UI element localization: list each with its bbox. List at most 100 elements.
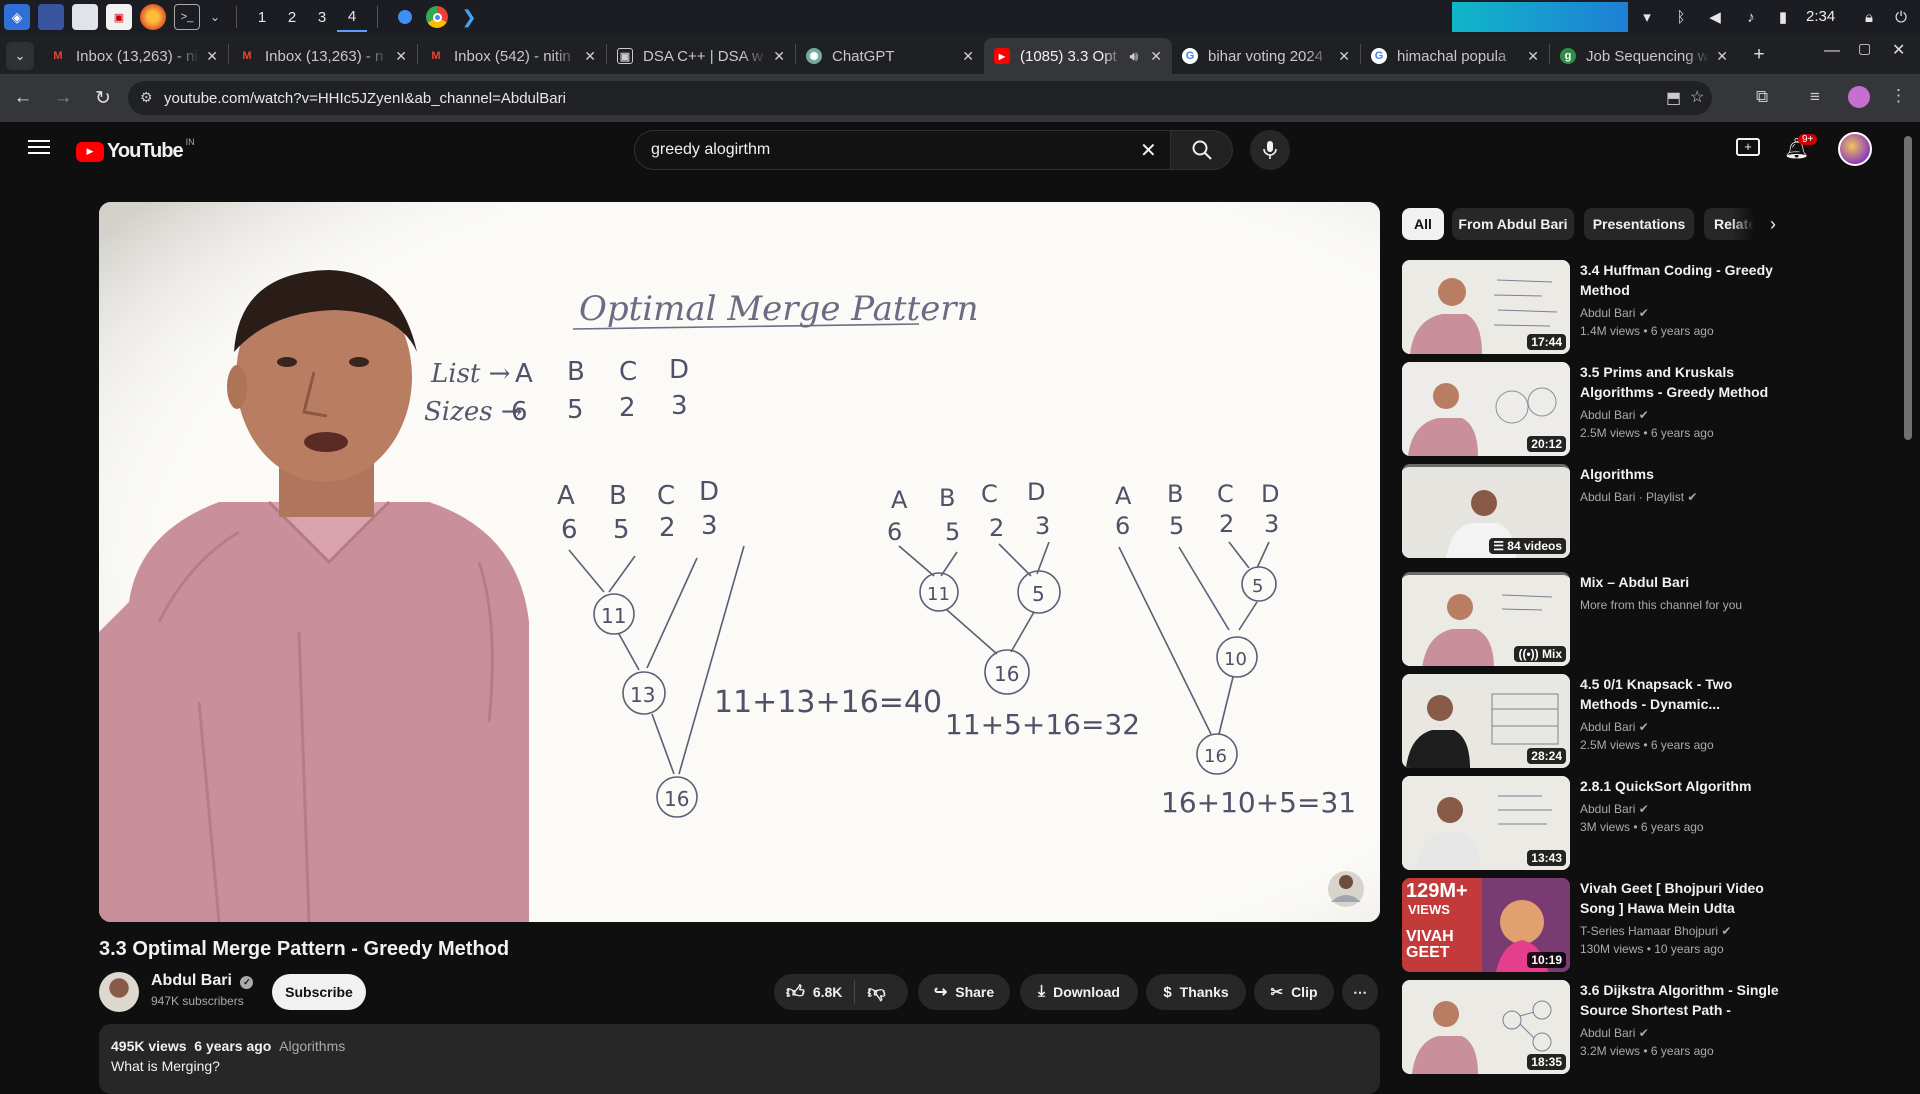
chrome-icon[interactable] xyxy=(426,6,448,28)
recommendation-item[interactable]: 129M+ VIEWS VIVAH GEET 10:19 Vivah Geet … xyxy=(1402,878,1882,974)
close-icon[interactable]: ✕ xyxy=(1716,48,1728,65)
youtube-logo[interactable]: ▶ YouTube IN xyxy=(76,137,195,163)
minimize-icon[interactable]: — xyxy=(1824,42,1840,60)
menu-dots-icon[interactable]: ⋮ xyxy=(1890,86,1907,106)
new-tab-icon[interactable]: + xyxy=(1742,38,1776,72)
close-icon[interactable]: ✕ xyxy=(1150,48,1162,65)
close-icon[interactable]: ✕ xyxy=(206,48,218,65)
app-launcher-icon[interactable]: ◈ xyxy=(4,4,30,30)
account-avatar[interactable] xyxy=(1838,132,1872,166)
chevron-down-icon[interactable]: ⌄ xyxy=(208,4,222,30)
search-button[interactable] xyxy=(1171,130,1233,170)
recommendation-channel: Abdul Bari ✔ xyxy=(1580,408,1649,422)
clip-button[interactable]: ✂ Clip xyxy=(1254,974,1334,1010)
reload-icon[interactable]: ↻ xyxy=(86,81,120,115)
tab-dsa[interactable]: ▣ DSA C++ | DSA w ✕ xyxy=(607,38,795,74)
power-icon[interactable]: ⏻ xyxy=(1886,2,1916,32)
mix-item[interactable]: ((•)) Mix Mix – Abdul Bari More from thi… xyxy=(1402,572,1882,668)
media-control-icon[interactable]: ≡ xyxy=(1810,87,1820,107)
workspace-3[interactable]: 3 xyxy=(307,2,337,32)
close-icon[interactable]: ✕ xyxy=(395,48,407,65)
hashtag-link[interactable]: Algorithms xyxy=(279,1038,345,1054)
volume-icon[interactable]: ◀ xyxy=(1700,2,1730,32)
battery-icon[interactable]: ▮ xyxy=(1768,2,1798,32)
subscribe-button[interactable]: Subscribe xyxy=(272,974,366,1010)
wifi-icon[interactable]: ▾ xyxy=(1632,2,1662,32)
forward-icon[interactable]: → xyxy=(46,81,80,115)
speaker-icon[interactable]: 🔊︎ xyxy=(1129,48,1138,65)
more-actions-button[interactable]: ⋯ xyxy=(1342,974,1378,1010)
extensions-icon[interactable]: ⧉ xyxy=(1756,87,1768,107)
description-box[interactable]: 495K views 6 years ago Algorithms What i… xyxy=(99,1024,1380,1094)
thanks-button[interactable]: $ Thanks xyxy=(1146,974,1246,1010)
profile-avatar-icon[interactable] xyxy=(1848,86,1870,108)
share-button[interactable]: ↪ Share xyxy=(918,974,1010,1010)
tab-chatgpt[interactable]: ✺ ChatGPT ✕ xyxy=(796,38,984,74)
tab-search-icon[interactable]: ⌄ xyxy=(6,42,34,70)
close-icon[interactable]: ✕ xyxy=(1338,48,1350,65)
tab-gmail-1[interactable]: M Inbox (13,263) - ni ✕ xyxy=(40,38,228,74)
recommendation-item[interactable]: 18:35 3.6 Dijkstra Algorithm - Single So… xyxy=(1402,980,1882,1076)
back-icon[interactable]: ← xyxy=(6,81,40,115)
like-button[interactable]: 👍︎ 6.8K xyxy=(786,981,842,1003)
chip-all[interactable]: All xyxy=(1402,208,1444,240)
address-bar[interactable]: ⚙ youtube.com/watch?v=HHIc5JZyenI&ab_cha… xyxy=(128,81,1712,115)
recommendation-item[interactable]: 28:24 4.5 0/1 Knapsack - Two Methods - D… xyxy=(1402,674,1882,770)
recommendation-meta: 3.2M views • 6 years ago xyxy=(1580,1044,1714,1058)
tab-youtube[interactable]: ▶ (1085) 3.3 Opt 🔊︎ ✕ xyxy=(984,38,1172,74)
install-app-icon[interactable]: ⬒ xyxy=(1666,88,1681,108)
terminal-icon[interactable]: >_ xyxy=(174,4,200,30)
chip-presentations[interactable]: Presentations xyxy=(1584,208,1694,240)
workspace-2[interactable]: 2 xyxy=(277,2,307,32)
hamburger-menu-icon[interactable] xyxy=(28,136,50,158)
vscode-icon[interactable]: ❯ xyxy=(456,4,482,30)
bookmark-star-icon[interactable]: ☆ xyxy=(1690,87,1704,107)
search-input[interactable]: greedy alogirthm ✕ xyxy=(634,130,1171,170)
playlist-item[interactable]: ☰ 84 videos Algorithms Abdul Bari · Play… xyxy=(1402,464,1882,560)
video-count-text: 84 videos xyxy=(1507,539,1562,553)
video-player[interactable]: Optimal Merge Pattern List → Sizes → A B… xyxy=(99,202,1380,922)
dislike-button[interactable]: 👎︎ xyxy=(867,981,885,1003)
app-blue-dot-icon[interactable] xyxy=(392,4,418,30)
tab-gmail-2[interactable]: M Inbox (13,263) - n ✕ xyxy=(229,38,417,74)
chatgpt-icon: ✺ xyxy=(806,48,822,64)
chevron-right-icon[interactable]: › xyxy=(1770,214,1776,235)
file-manager-icon[interactable] xyxy=(72,4,98,30)
tree3-node-1: 5 xyxy=(1252,576,1263,597)
maximize-icon[interactable]: ▢ xyxy=(1858,40,1871,57)
page-scrollbar[interactable] xyxy=(1904,136,1912,440)
channel-name[interactable]: Abdul Bari ✓ xyxy=(151,972,254,990)
views-text: 3.2M views xyxy=(1580,1044,1641,1058)
recommendation-item[interactable]: 17:44 3.4 Huffman Coding - Greedy Method… xyxy=(1402,260,1882,356)
bluetooth-icon[interactable]: ᛒ xyxy=(1666,2,1696,32)
create-video-icon[interactable]: + xyxy=(1736,138,1760,156)
close-icon[interactable]: ✕ xyxy=(584,48,596,65)
window-close-icon[interactable]: ✕ xyxy=(1892,40,1905,60)
tab-gmail-3[interactable]: M Inbox (542) - nitin ✕ xyxy=(418,38,606,74)
tree3-size-a: 6 xyxy=(1115,512,1130,540)
chip-from-channel[interactable]: From Abdul Bari xyxy=(1452,208,1574,240)
close-icon[interactable]: ✕ xyxy=(962,48,974,65)
pdf-viewer-icon[interactable]: ▣ xyxy=(106,4,132,30)
workspace-4[interactable]: 4 xyxy=(337,2,367,32)
download-button[interactable]: ⤓ Download xyxy=(1020,974,1138,1010)
close-icon[interactable]: ✕ xyxy=(1527,48,1539,65)
tab-himachal[interactable]: G himachal popula ✕ xyxy=(1361,38,1549,74)
voice-search-button[interactable] xyxy=(1250,130,1290,170)
workspace-1[interactable]: 1 xyxy=(247,2,277,32)
channel-avatar[interactable] xyxy=(99,972,139,1012)
site-info-icon[interactable]: ⚙ xyxy=(140,89,153,106)
recommendation-item[interactable]: 13:43 2.8.1 QuickSort Algorithm Abdul Ba… xyxy=(1402,776,1882,872)
recommendation-channel: Abdul Bari ✔ xyxy=(1580,306,1649,320)
recommendation-item[interactable]: 20:12 3.5 Prims and Kruskals Algorithms … xyxy=(1402,362,1882,458)
tab-job-sequencing[interactable]: g Job Sequencing w ✕ xyxy=(1550,38,1738,74)
tab-bihar[interactable]: G bihar voting 2024 ✕ xyxy=(1172,38,1360,74)
thumbs-up-icon: 👍︎ xyxy=(786,982,805,1002)
bell-icon[interactable]: ♪ xyxy=(1736,2,1766,32)
close-icon[interactable]: ✕ xyxy=(773,48,785,65)
clear-search-icon[interactable]: ✕ xyxy=(1140,138,1157,163)
chip-related[interactable]: Relate xyxy=(1704,208,1754,240)
firefox-icon[interactable] xyxy=(140,4,166,30)
desktop-icon[interactable] xyxy=(38,4,64,30)
lock-icon[interactable]: 🔒︎ xyxy=(1854,2,1884,32)
